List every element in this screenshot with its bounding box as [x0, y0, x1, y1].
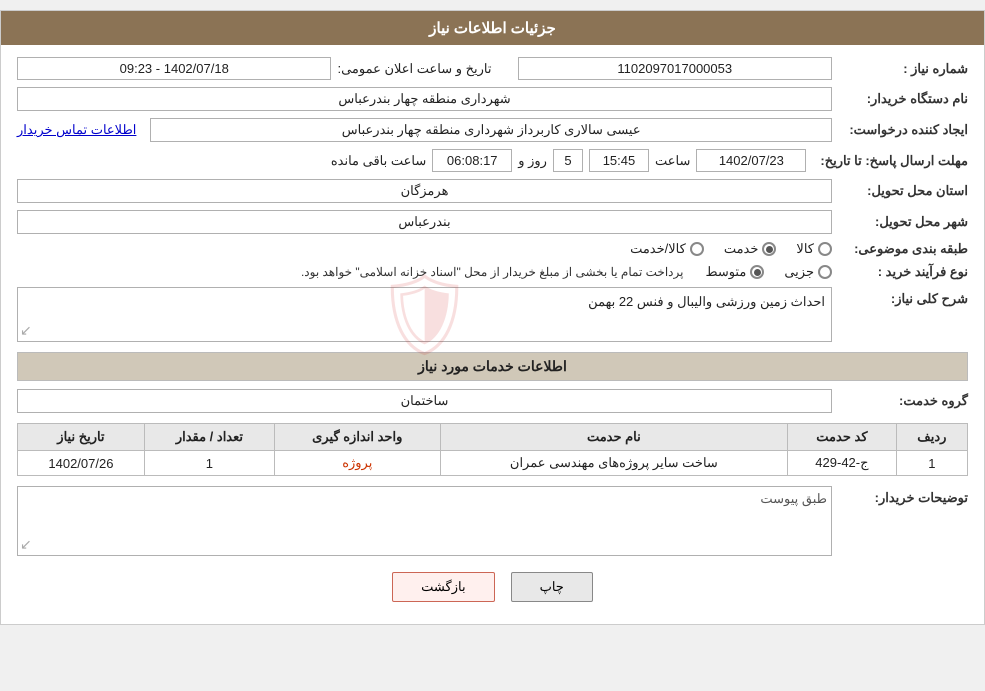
- page-header: جزئیات اطلاعات نیاز: [1, 11, 984, 45]
- shahr-value: بندرعباس: [17, 210, 832, 234]
- btn-chap[interactable]: چاپ: [511, 572, 593, 602]
- nooe-farayand-label: نوع فرآیند خرید :: [838, 264, 968, 280]
- cell-vahed: پروژه: [274, 451, 440, 476]
- row-name-dasgah: نام دستگاه خریدار: شهرداری منطقه چهار بن…: [17, 87, 968, 111]
- table-section: ردیف کد حدمت نام حدمت واحد اندازه گیری ت…: [17, 423, 968, 476]
- resize-arrow-tozihat: ↙: [20, 536, 32, 553]
- button-area: چاپ بازگشت: [17, 572, 968, 602]
- col-tedad: تعداد / مقدار: [144, 424, 274, 451]
- page-title: جزئیات اطلاعات نیاز: [429, 20, 556, 37]
- mohlat-remaining-label: ساعت باقی مانده: [331, 153, 426, 169]
- row-gorooh-khedmat: گروه خدمت: ساختمان: [17, 389, 968, 413]
- row-sharh-koli: شرح کلی نیاز: 🛡 احداث زمین ورزشی والیبال…: [17, 287, 968, 342]
- col-name: نام حدمت: [440, 424, 788, 451]
- nooe-farayand-note: پرداخت تمام یا بخشی از مبلغ خریدار از مح…: [301, 265, 684, 279]
- row-tozihat: توضیحات خریدار: طبق پیوست ↙: [17, 486, 968, 556]
- ijad-konanda-label: ایجاد کننده درخواست:: [838, 122, 968, 138]
- watermark-shield: 🛡: [374, 268, 476, 362]
- ettelaat-tamas-link[interactable]: اطلاعات تماس خریدار: [17, 122, 144, 138]
- radio-dot-kala: [818, 242, 832, 256]
- shahr-label: شهر محل تحویل:: [838, 214, 968, 230]
- radio-dot-jozii: [818, 265, 832, 279]
- ijad-konanda-value: عیسی سالاری کاربرداز شهرداری منطقه چهار …: [150, 118, 832, 142]
- mohlat-remaining: 06:08:17: [432, 149, 512, 172]
- tozihat-box: طبق پیوست ↙: [17, 486, 832, 556]
- cell-name: ساخت سایر پروژه‌های مهندسی عمران: [440, 451, 788, 476]
- sharh-koli-value: احداث زمین ورزشی والیبال و فنس 22 بهمن: [588, 294, 825, 309]
- radio-label-mottavassat: متوسط: [705, 264, 746, 280]
- ostan-label: استان محل تحویل:: [838, 183, 968, 199]
- tozihat-placeholder: طبق پیوست: [760, 491, 827, 506]
- radio-label-jozii: جزیی: [784, 264, 814, 280]
- mohlat-time-label: ساعت: [655, 153, 690, 169]
- cell-kod: ج-42-429: [788, 451, 897, 476]
- shomara-niaz-value: 1102097017000053: [518, 57, 832, 80]
- mohlat-time: 15:45: [589, 149, 649, 172]
- ostan-value: هرمزگان: [17, 179, 832, 203]
- row-ostan: استان محل تحویل: هرمزگان: [17, 179, 968, 203]
- cell-tarikh: 1402/07/26: [18, 451, 145, 476]
- radio-label-kala-khedmat: کالا/خدمت: [630, 241, 686, 257]
- radio-dot-mottavassat: [750, 265, 764, 279]
- shomara-niaz-label: شماره نیاز :: [838, 61, 968, 77]
- radio-jozii[interactable]: جزیی: [784, 264, 832, 280]
- row-tabaqe: طبقه بندی موضوعی: کالا خدمت کالا/خدمت: [17, 241, 968, 257]
- tarikh-label: تاریخ و ساعت اعلان عمومی:: [337, 61, 491, 77]
- section-header-khedamat: اطلاعات خدمات مورد نیاز: [17, 352, 968, 381]
- col-kod: کد حدمت: [788, 424, 897, 451]
- tabaqe-radio-group: کالا خدمت کالا/خدمت: [630, 241, 832, 257]
- sharh-koli-label: شرح کلی نیاز:: [838, 287, 968, 307]
- services-table: ردیف کد حدمت نام حدمت واحد اندازه گیری ت…: [17, 423, 968, 476]
- section-title-text: اطلاعات خدمات مورد نیاز: [418, 358, 567, 374]
- radio-label-kala: کالا: [796, 241, 814, 257]
- radio-dot-khedmat: [762, 242, 776, 256]
- row-shahr: شهر محل تحویل: بندرعباس: [17, 210, 968, 234]
- radio-mottavassat[interactable]: متوسط: [705, 264, 764, 280]
- name-dasgah-value: شهرداری منطقه چهار بندرعباس: [17, 87, 832, 111]
- cell-tedad: 1: [144, 451, 274, 476]
- table-row: 1 ج-42-429 ساخت سایر پروژه‌های مهندسی عم…: [18, 451, 968, 476]
- col-tarikh: تاریخ نیاز: [18, 424, 145, 451]
- row-shomara-tarikh: شماره نیاز : 1102097017000053 تاریخ و سا…: [17, 57, 968, 80]
- col-vahed: واحد اندازه گیری: [274, 424, 440, 451]
- table-header-row: ردیف کد حدمت نام حدمت واحد اندازه گیری ت…: [18, 424, 968, 451]
- row-mohlat: مهلت ارسال پاسخ: تا تاریخ: 1402/07/23 سا…: [17, 149, 968, 172]
- mohlat-date: 1402/07/23: [696, 149, 806, 172]
- row-ijad-konanda: ایجاد کننده درخواست: عیسی سالاری کاربردا…: [17, 118, 968, 142]
- resize-arrow: ↙: [20, 322, 32, 339]
- mohlat-day: 5: [553, 149, 583, 172]
- mohlat-day-label: روز و: [518, 153, 547, 169]
- radio-dot-kala-khedmat: [690, 242, 704, 256]
- tabaqe-label: طبقه بندی موضوعی:: [838, 241, 968, 257]
- radio-kala-khedmat[interactable]: کالا/خدمت: [630, 241, 704, 257]
- tozihat-wrapper: طبق پیوست ↙: [17, 486, 832, 556]
- cell-radif: 1: [896, 451, 967, 476]
- tarikh-value: 1402/07/18 - 09:23: [17, 57, 331, 80]
- content-area: شماره نیاز : 1102097017000053 تاریخ و سا…: [1, 45, 984, 624]
- page-wrapper: جزئیات اطلاعات نیاز شماره نیاز : 1102097…: [0, 10, 985, 625]
- gorooh-khedmat-label: گروه خدمت:: [838, 393, 968, 409]
- radio-label-khedmat: خدمت: [724, 241, 759, 257]
- btn-bazgasht[interactable]: بازگشت: [392, 572, 494, 602]
- tozihat-label: توضیحات خریدار:: [838, 486, 968, 506]
- name-dasgah-label: نام دستگاه خریدار:: [838, 91, 968, 107]
- col-radif: ردیف: [896, 424, 967, 451]
- row-nooe-farayand: نوع فرآیند خرید : جزیی متوسط پرداخت تمام…: [17, 264, 968, 280]
- nooe-radio-group: جزیی متوسط: [705, 264, 832, 280]
- radio-kala[interactable]: کالا: [796, 241, 832, 257]
- mohlat-label: مهلت ارسال پاسخ: تا تاریخ:: [812, 153, 968, 169]
- gorooh-khedmat-value: ساختمان: [17, 389, 832, 413]
- radio-khedmat[interactable]: خدمت: [724, 241, 777, 257]
